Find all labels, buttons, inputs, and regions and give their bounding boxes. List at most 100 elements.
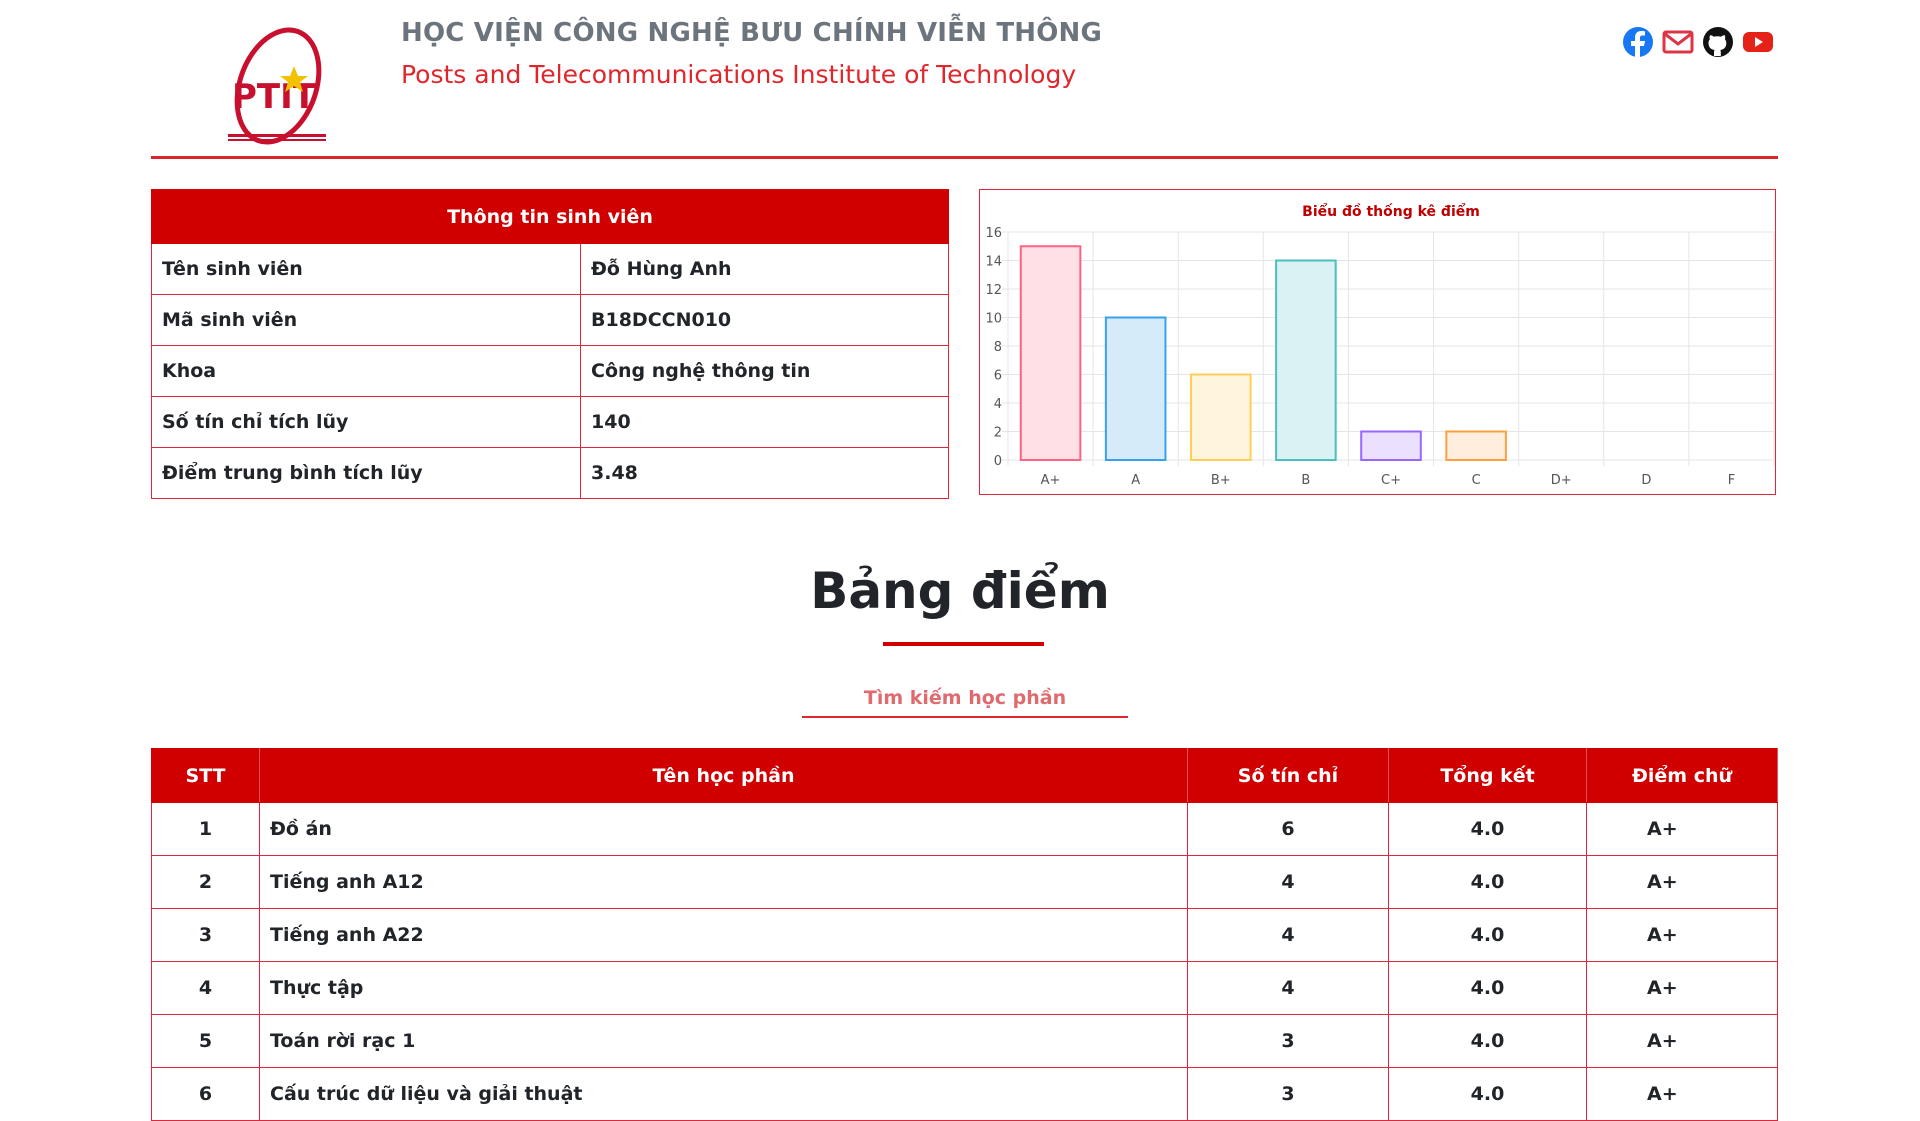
bar-A — [1104, 316, 1167, 461]
grades-table: STT Tên học phần Số tín chỉ Tổng kết Điể… — [151, 748, 1778, 1121]
logo-text: PTIT — [232, 77, 317, 117]
institute-title-en: Posts and Telecommunications Institute o… — [401, 60, 1077, 89]
info-row: Số tín chỉ tích lũy 140 — [151, 396, 949, 448]
table-row: 1 Đồ án 6 4.0 A+ — [151, 802, 1778, 856]
y-tick-label: 10 — [985, 312, 1002, 327]
bar-B+ — [1189, 373, 1252, 461]
cell-letter-grade: A+ — [1586, 855, 1778, 909]
cell-total: 4.0 — [1388, 961, 1587, 1015]
x-tick-label: A+ — [1041, 473, 1061, 488]
header-divider — [151, 156, 1778, 159]
cell-letter-grade: A+ — [1586, 908, 1778, 962]
cell-credits: 3 — [1187, 1014, 1389, 1068]
table-row: 5 Toán rời rạc 1 3 4.0 A+ — [151, 1014, 1778, 1068]
github-icon[interactable] — [1702, 26, 1734, 58]
y-tick-label: 8 — [994, 340, 1002, 355]
y-tick-label: 2 — [994, 426, 1002, 441]
y-tick-label: 4 — [994, 397, 1002, 412]
info-value: Công nghệ thông tin — [580, 345, 949, 397]
x-tick-label: D+ — [1551, 473, 1572, 488]
chart-title: Biểu đồ thống kê điểm — [1302, 203, 1480, 220]
student-info-title: Thông tin sinh viên — [151, 189, 949, 244]
table-row: 6 Cấu trúc dữ liệu và giải thuật 3 4.0 A… — [151, 1067, 1778, 1121]
x-tick-label: F — [1728, 473, 1735, 488]
cell-course-name: Toán rời rạc 1 — [259, 1014, 1188, 1068]
info-label: Điểm trung bình tích lũy — [151, 447, 581, 499]
student-info-table: Thông tin sinh viên Tên sinh viên Đỗ Hùn… — [151, 189, 949, 499]
info-value: 3.48 — [580, 447, 949, 499]
cell-credits: 4 — [1187, 961, 1389, 1015]
x-tick-label: B — [1301, 473, 1310, 488]
cell-course-name: Thực tập — [259, 961, 1188, 1015]
facebook-icon[interactable] — [1622, 26, 1654, 58]
cell-course-name: Tiếng anh A12 — [259, 855, 1188, 909]
cell-letter-grade: A+ — [1586, 1067, 1778, 1121]
cell-credits: 4 — [1187, 855, 1389, 909]
heading-underline — [883, 642, 1044, 646]
cell-letter-grade: A+ — [1586, 802, 1778, 856]
info-label: Khoa — [151, 345, 581, 397]
grade-chart-svg: Biểu đồ thống kê điểm 0 2 4 6 8 10 12 14 16 A+ A B+ B… — [985, 203, 1775, 488]
bar-A+ — [1019, 245, 1082, 461]
ptit-logo: PTIT — [224, 18, 332, 148]
y-tick-label: 6 — [994, 369, 1002, 384]
info-value: Đỗ Hùng Anh — [580, 243, 949, 295]
col-total[interactable]: Tổng kết — [1388, 748, 1587, 803]
bar-C+ — [1360, 430, 1422, 461]
x-tick-label: C+ — [1381, 473, 1401, 488]
cell-course-name: Cấu trúc dữ liệu và giải thuật — [259, 1067, 1188, 1121]
col-course-name[interactable]: Tên học phần — [259, 748, 1188, 803]
cell-total: 4.0 — [1388, 855, 1587, 909]
cell-total: 4.0 — [1388, 908, 1587, 962]
bar-C — [1445, 430, 1507, 461]
youtube-icon[interactable] — [1742, 26, 1774, 58]
cell-credits: 4 — [1187, 908, 1389, 962]
grades-header-row: STT Tên học phần Số tín chỉ Tổng kết Điể… — [151, 748, 1778, 803]
col-credits[interactable]: Số tín chỉ — [1187, 748, 1389, 803]
x-tick-label: A — [1131, 473, 1140, 488]
cell-course-name: Đồ án — [259, 802, 1188, 856]
bar-B — [1275, 259, 1337, 461]
social-links — [1622, 24, 1774, 60]
cell-course-name: Tiếng anh A22 — [259, 908, 1188, 962]
institute-title-vn: HỌC VIỆN CÔNG NGHỆ BƯU CHÍNH VIỄN THÔNG — [401, 18, 1103, 48]
grade-chart: Biểu đồ thống kê điểm 0 2 4 6 8 10 12 14 16 A+ A B+ B… — [979, 189, 1776, 495]
cell-stt: 1 — [151, 802, 260, 856]
email-icon[interactable] — [1662, 26, 1694, 58]
col-letter-grade[interactable]: Điểm chữ — [1586, 748, 1778, 803]
cell-total: 4.0 — [1388, 802, 1587, 856]
table-row: 3 Tiếng anh A22 4 4.0 A+ — [151, 908, 1778, 962]
cell-credits: 3 — [1187, 1067, 1389, 1121]
info-label: Số tín chỉ tích lũy — [151, 396, 581, 448]
cell-credits: 6 — [1187, 802, 1389, 856]
cell-stt: 2 — [151, 855, 260, 909]
cell-stt: 4 — [151, 961, 260, 1015]
table-row: 4 Thực tập 4 4.0 A+ — [151, 961, 1778, 1015]
cell-letter-grade: A+ — [1586, 961, 1778, 1015]
table-row: 2 Tiếng anh A12 4 4.0 A+ — [151, 855, 1778, 909]
x-tick-label: B+ — [1211, 473, 1231, 488]
x-tick-label: D — [1641, 473, 1651, 488]
info-row: Mã sinh viên B18DCCN010 — [151, 294, 949, 346]
info-row: Tên sinh viên Đỗ Hùng Anh — [151, 243, 949, 295]
info-value: 140 — [580, 396, 949, 448]
y-tick-label: 16 — [985, 226, 1002, 241]
col-stt[interactable]: STT — [151, 748, 260, 803]
info-label: Tên sinh viên — [151, 243, 581, 295]
cell-total: 4.0 — [1388, 1067, 1587, 1121]
info-row: Khoa Công nghệ thông tin — [151, 345, 949, 397]
grades-heading: Bảng điểm — [810, 562, 1110, 620]
info-label: Mã sinh viên — [151, 294, 581, 346]
info-value: B18DCCN010 — [580, 294, 949, 346]
y-tick-label: 12 — [985, 283, 1002, 298]
cell-stt: 5 — [151, 1014, 260, 1068]
course-search-input[interactable] — [802, 680, 1128, 718]
info-row: Điểm trung bình tích lũy 3.48 — [151, 447, 949, 499]
y-tick-label: 0 — [994, 454, 1002, 469]
y-tick-label: 14 — [985, 255, 1002, 270]
cell-letter-grade: A+ — [1586, 1014, 1778, 1068]
cell-stt: 3 — [151, 908, 260, 962]
x-tick-label: C — [1472, 473, 1481, 488]
cell-total: 4.0 — [1388, 1014, 1587, 1068]
cell-stt: 6 — [151, 1067, 260, 1121]
